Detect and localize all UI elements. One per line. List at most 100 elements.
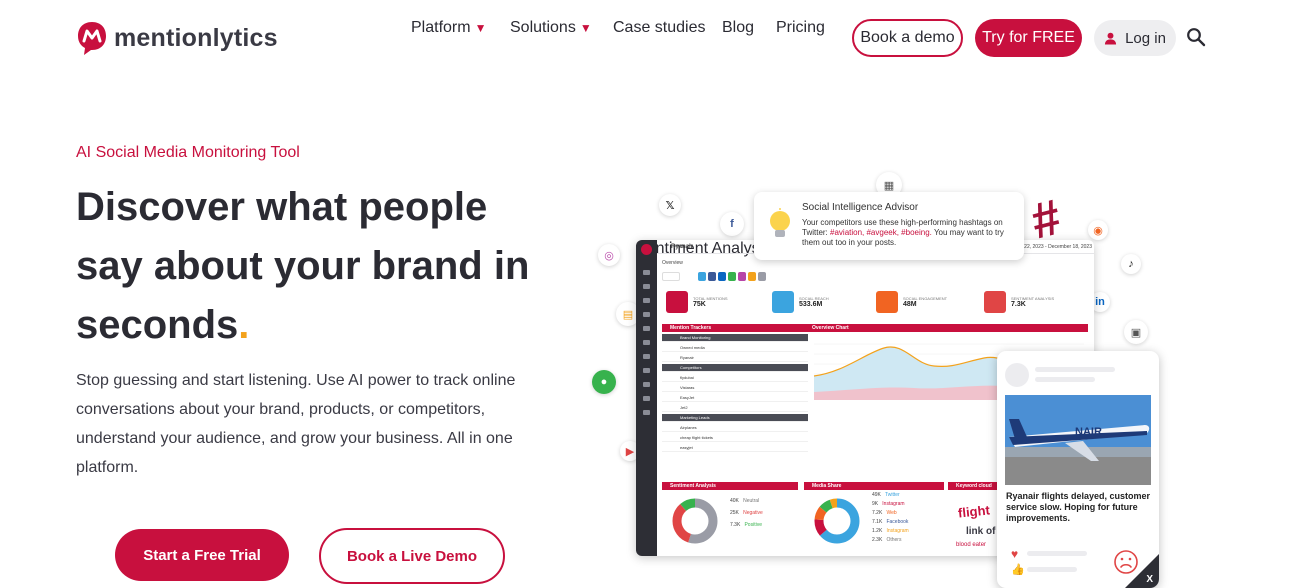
hero-subcopy: Stop guessing and start listening. Use A… [76, 372, 516, 476]
facebook-filter-icon [708, 272, 716, 281]
login-button[interactable]: Log in [1094, 20, 1176, 56]
web-filter-icon [728, 272, 736, 281]
kpi-value: 7.3K [1011, 301, 1026, 308]
book-live-demo-button[interactable]: Book a Live Demo [319, 528, 505, 584]
tracker-row: flydubai [662, 374, 808, 382]
placeholder-line [1027, 551, 1087, 556]
headline-line-1: Discover what people [76, 185, 488, 229]
sidebar-icon [643, 354, 650, 359]
tracker-row: easyjet [662, 444, 808, 452]
tracker-row: Jet2 [662, 404, 808, 412]
sidebar-icon [643, 326, 650, 331]
news-filter-icon [748, 272, 756, 281]
nav-case-studies[interactable]: Case studies [613, 19, 706, 37]
dashboard-logo-icon [641, 244, 652, 255]
logo-text: mentionlytics [114, 23, 278, 52]
kpi-value: 75K [693, 301, 706, 308]
linkedin-filter-icon [718, 272, 726, 281]
tracker-row: EasyJet [662, 394, 808, 402]
caret-down-icon: ▼ [474, 21, 487, 35]
try-free-button[interactable]: Try for FREE [975, 19, 1082, 57]
reddit-icon: ◉ [1088, 220, 1108, 240]
share-icon [876, 291, 898, 313]
legend-row: 40K Neutral [730, 498, 760, 504]
legend-row: 7.3K Positive [730, 522, 762, 528]
legend-row: 2.3K Others [872, 537, 902, 543]
mentions-icon [666, 291, 688, 313]
x-platform-icon: X [1146, 574, 1153, 585]
sidebar-icon [643, 298, 650, 303]
advisor-title: Social Intelligence Advisor [802, 202, 919, 213]
kpi-sentiment: SENTIMENT ANALYSIS 7.3K [984, 286, 1086, 318]
nav-blog[interactable]: Blog [722, 19, 754, 37]
hero-headline: Discover what people say about your bran… [76, 178, 546, 355]
kpi-social-reach: SOCIAL REACH 533.6M [772, 286, 874, 318]
sidebar-icon [643, 312, 650, 317]
sentiment-panel-header: Sentiment Analysis [662, 482, 798, 490]
start-free-trial-button[interactable]: Start a Free Trial [115, 529, 289, 581]
media-share-legend: 49K Twitter 9K Instagram 7.2K Web 7.1K F… [872, 492, 909, 543]
cloud-word: flight [957, 502, 991, 521]
tracker-group-row: Marketing Leads [662, 414, 808, 422]
book-demo-button[interactable]: Book a demo [852, 19, 963, 57]
tracker-row: cheap flight tickets [662, 434, 808, 442]
mentionlytics-logo-icon [78, 22, 106, 55]
legend-row: 1.2K Instagram [872, 528, 909, 534]
advisor-callout: Social Intelligence Advisor Your competi… [754, 192, 1024, 260]
legend-row: 7.2K Web [872, 510, 897, 516]
dashboard-project: Ryanair [671, 244, 694, 250]
sidebar-icon [643, 284, 650, 289]
trackers-panel-header: Mention Trackers [662, 324, 808, 332]
placeholder-line [1027, 567, 1077, 572]
logo[interactable]: mentionlytics [76, 20, 278, 56]
nav-solutions-label: Solutions [510, 19, 576, 36]
legend-row: 25K Negative [730, 510, 763, 516]
kpi-value: 48M [903, 301, 917, 308]
legend-row: 7.1K Facebook [872, 519, 909, 525]
tracker-row: Vistaras [662, 384, 808, 392]
nav-platform-label: Platform [411, 19, 471, 36]
post-text: Ryanair flights delayed, customer servic… [1006, 491, 1151, 523]
avatar [1005, 363, 1029, 387]
headline-line-3: seconds [76, 303, 239, 347]
dashboard-breadcrumb: Overview [662, 260, 683, 266]
post-corner [1125, 554, 1159, 588]
svg-text:NAIR: NAIR [1075, 426, 1102, 438]
hero-eyebrow: AI Social Media Monitoring Tool [76, 144, 300, 161]
x-twitter-icon: 𝕏 [659, 194, 681, 216]
cloud-word: link of [966, 526, 996, 537]
nav-pricing[interactable]: Pricing [776, 19, 825, 37]
tracker-row: Ryanair [662, 354, 808, 362]
smiley-icon [984, 291, 1006, 313]
cloud-word: blood eater [956, 542, 987, 548]
lightbulb-icon [770, 208, 790, 237]
filter-bar [662, 272, 802, 282]
filter-button [662, 272, 680, 281]
nav-solutions[interactable]: Solutions ▼ [510, 19, 592, 37]
search-icon[interactable] [1186, 27, 1206, 47]
sidebar-icon [643, 410, 650, 415]
forum-icon: ▣ [1124, 320, 1148, 344]
dashboard-sidebar [636, 240, 657, 556]
tracker-row: Owned media [662, 344, 808, 352]
sidebar-icon [643, 382, 650, 387]
tiktok-icon: ♪ [1121, 254, 1141, 274]
sentiment-legend: 40K Neutral 25K Negative 7.3K Positive [730, 498, 763, 528]
airplane-photo: NAIR [1005, 395, 1151, 485]
tracker-row: Airplanes [662, 424, 808, 432]
megaphone-icon [772, 291, 794, 313]
legend-row: 9K Instagram [872, 501, 905, 507]
hashtag-icon: # [1025, 188, 1067, 250]
nav-platform[interactable]: Platform ▼ [411, 19, 486, 37]
tracker-group-row: Brand Monitoring [662, 334, 808, 342]
media-share-panel-header: Media Share [804, 482, 944, 490]
kpi-social-engagement: SOCIAL ENGAGEMENT 48M [876, 286, 978, 318]
sidebar-icon [643, 270, 650, 275]
site-header: mentionlytics Platform ▼ Solutions ▼ Case … [0, 0, 1312, 76]
kpi-total-mentions: TOTAL MENTIONS 75K [666, 286, 768, 318]
other-filter-icon [758, 272, 766, 281]
kpi-value: 533.6M [799, 301, 823, 308]
tracker-group-row: Competitors [662, 364, 808, 372]
caret-down-icon: ▼ [579, 21, 592, 35]
sentiment-donut [672, 498, 718, 544]
